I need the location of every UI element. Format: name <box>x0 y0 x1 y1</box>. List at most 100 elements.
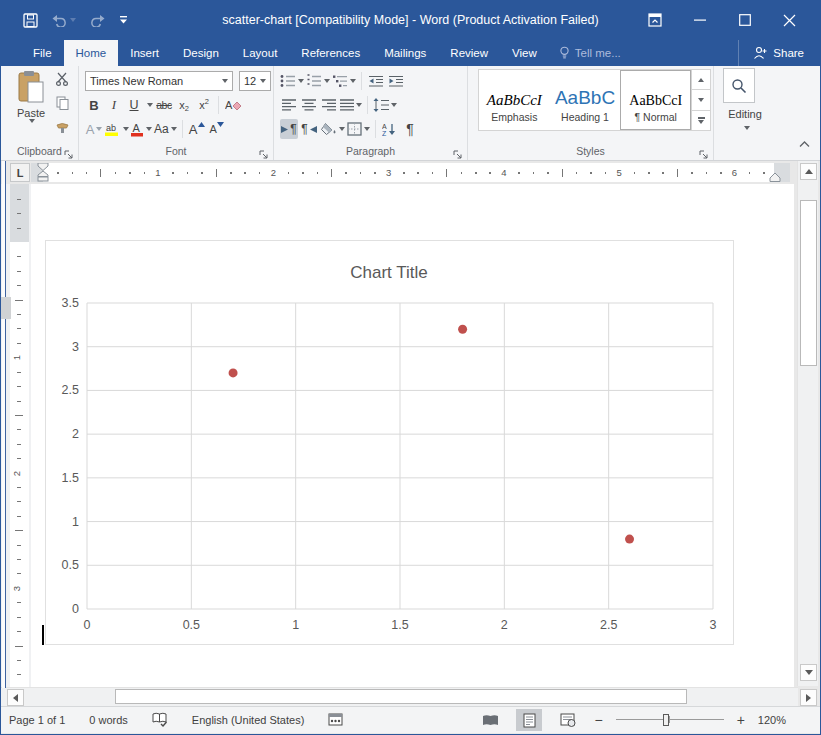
tell-me-box[interactable]: Tell me... <box>549 40 631 66</box>
style-normal[interactable]: AaBbCcI ¶ Normal <box>620 70 691 130</box>
right-to-left-button[interactable]: ¶ <box>300 119 318 139</box>
paste-button[interactable]: Paste <box>9 70 53 142</box>
paste-icon <box>16 70 46 104</box>
word-count[interactable]: 0 words <box>89 714 128 726</box>
format-painter-icon[interactable] <box>55 120 70 138</box>
bold-button[interactable]: B <box>85 95 103 115</box>
tab-mailings[interactable]: Mailings <box>372 40 438 66</box>
left-to-right-button[interactable]: ¶ <box>280 119 298 139</box>
bullets-button[interactable] <box>280 71 304 91</box>
align-left-button[interactable] <box>280 95 298 115</box>
zoom-out-button[interactable]: − <box>594 712 602 728</box>
cut-icon[interactable] <box>55 72 70 90</box>
tab-view[interactable]: View <box>500 40 549 66</box>
clipboard-dialog-launcher-icon[interactable] <box>64 146 74 156</box>
vertical-scrollbar[interactable] <box>797 161 818 686</box>
scroll-left-icon[interactable] <box>7 689 24 706</box>
text-effects-button[interactable]: A <box>85 119 103 139</box>
vertical-ruler[interactable]: 123 <box>10 184 29 688</box>
tab-home[interactable]: Home <box>64 40 119 66</box>
proofing-icon[interactable] <box>152 712 168 729</box>
scatter-chart[interactable]: 00.511.522.533.500.511.522.53Chart Title <box>45 240 734 645</box>
print-layout-button[interactable] <box>516 709 542 731</box>
horizontal-scrollbar[interactable] <box>1 687 798 706</box>
zoom-slider-thumb[interactable] <box>663 714 669 726</box>
underline-caret[interactable] <box>147 103 153 107</box>
strikethrough-button[interactable]: abc <box>155 95 173 115</box>
tab-layout[interactable]: Layout <box>231 40 290 66</box>
scroll-right-icon[interactable] <box>800 689 817 706</box>
zoom-level[interactable]: 120% <box>758 714 786 726</box>
font-size-combo[interactable]: 12 <box>239 71 271 91</box>
clear-formatting-button[interactable]: A <box>224 95 242 115</box>
tab-review[interactable]: Review <box>438 40 500 66</box>
subscript-button[interactable]: x2 <box>175 95 193 115</box>
vertical-scroll-thumb[interactable] <box>800 200 817 366</box>
change-case-button[interactable]: Aa <box>154 119 177 139</box>
close-icon[interactable] <box>767 0 812 40</box>
tab-references[interactable]: References <box>289 40 372 66</box>
font-group-label: Font <box>79 145 273 157</box>
italic-button[interactable]: I <box>105 95 123 115</box>
font-color-button[interactable]: A <box>131 119 152 139</box>
scroll-down-icon[interactable] <box>800 664 817 681</box>
styles-more-button[interactable] <box>692 111 710 130</box>
sort-button[interactable]: AZ <box>381 119 399 139</box>
zoom-slider[interactable] <box>616 709 724 731</box>
undo-icon[interactable] <box>51 13 76 27</box>
horizontal-ruler[interactable]: 123456 <box>31 163 790 182</box>
superscript-button[interactable]: x2 <box>195 95 213 115</box>
decrease-indent-button[interactable] <box>367 71 385 91</box>
tab-file[interactable]: File <box>21 40 64 66</box>
shrink-font-button[interactable]: A <box>208 119 226 139</box>
underline-button[interactable]: U <box>125 95 143 115</box>
font-dialog-launcher-icon[interactable] <box>259 146 269 156</box>
read-mode-button[interactable] <box>477 709 503 731</box>
customize-qat-icon[interactable] <box>119 15 128 25</box>
align-right-button[interactable] <box>320 95 338 115</box>
grow-font-button[interactable]: A <box>188 119 206 139</box>
tab-selector[interactable]: L <box>10 163 30 182</box>
document-page[interactable]: 00.511.522.533.500.511.522.53Chart Title <box>31 184 794 688</box>
horizontal-scroll-thumb[interactable] <box>115 689 687 704</box>
share-button[interactable]: Share <box>738 40 820 66</box>
side-handle[interactable] <box>1 297 11 319</box>
find-button[interactable] <box>723 68 755 103</box>
zoom-in-button[interactable]: + <box>737 712 745 728</box>
style-emphasis[interactable]: AaBbCcI Emphasis <box>479 70 550 130</box>
redo-icon[interactable] <box>89 13 106 27</box>
numbering-button[interactable] <box>306 71 330 91</box>
align-center-button[interactable] <box>300 95 318 115</box>
increase-indent-button[interactable] <box>387 71 405 91</box>
collapse-ribbon-icon[interactable] <box>799 134 810 152</box>
styles-dialog-launcher-icon[interactable] <box>699 146 709 156</box>
style-heading-1[interactable]: AaBbC Heading 1 <box>550 70 621 130</box>
multilevel-list-button[interactable] <box>332 71 356 91</box>
minimize-icon[interactable] <box>677 0 722 40</box>
borders-button[interactable] <box>347 119 370 139</box>
right-indent-marker-icon[interactable] <box>769 171 781 182</box>
copy-icon[interactable] <box>55 96 70 114</box>
show-paragraph-marks-button[interactable]: ¶ <box>401 119 419 139</box>
styles-gallery: AaBbCcI Emphasis AaBbC Heading 1 AaBbCcI… <box>478 69 711 131</box>
editing-label: Editing <box>714 108 776 120</box>
font-name-combo[interactable]: Times New Roman <box>85 71 233 91</box>
line-spacing-button[interactable] <box>373 95 397 115</box>
styles-scroll-up[interactable] <box>692 70 710 90</box>
paragraph-dialog-launcher-icon[interactable] <box>453 146 463 156</box>
tab-design[interactable]: Design <box>171 40 231 66</box>
highlight-button[interactable]: ab <box>105 119 129 139</box>
justify-button[interactable] <box>340 95 362 115</box>
indent-markers-icon[interactable] <box>36 163 50 182</box>
tab-insert[interactable]: Insert <box>118 40 171 66</box>
scroll-up-icon[interactable] <box>800 163 817 180</box>
shading-button[interactable] <box>320 119 345 139</box>
maximize-icon[interactable] <box>722 0 767 40</box>
styles-scroll-down[interactable] <box>692 90 710 110</box>
web-layout-button[interactable] <box>555 709 581 731</box>
page-indicator[interactable]: Page 1 of 1 <box>9 714 65 726</box>
language-indicator[interactable]: English (United States) <box>192 714 305 726</box>
ribbon-display-options-icon[interactable] <box>632 0 677 40</box>
save-icon[interactable] <box>23 13 38 28</box>
macro-record-icon[interactable] <box>328 713 343 728</box>
